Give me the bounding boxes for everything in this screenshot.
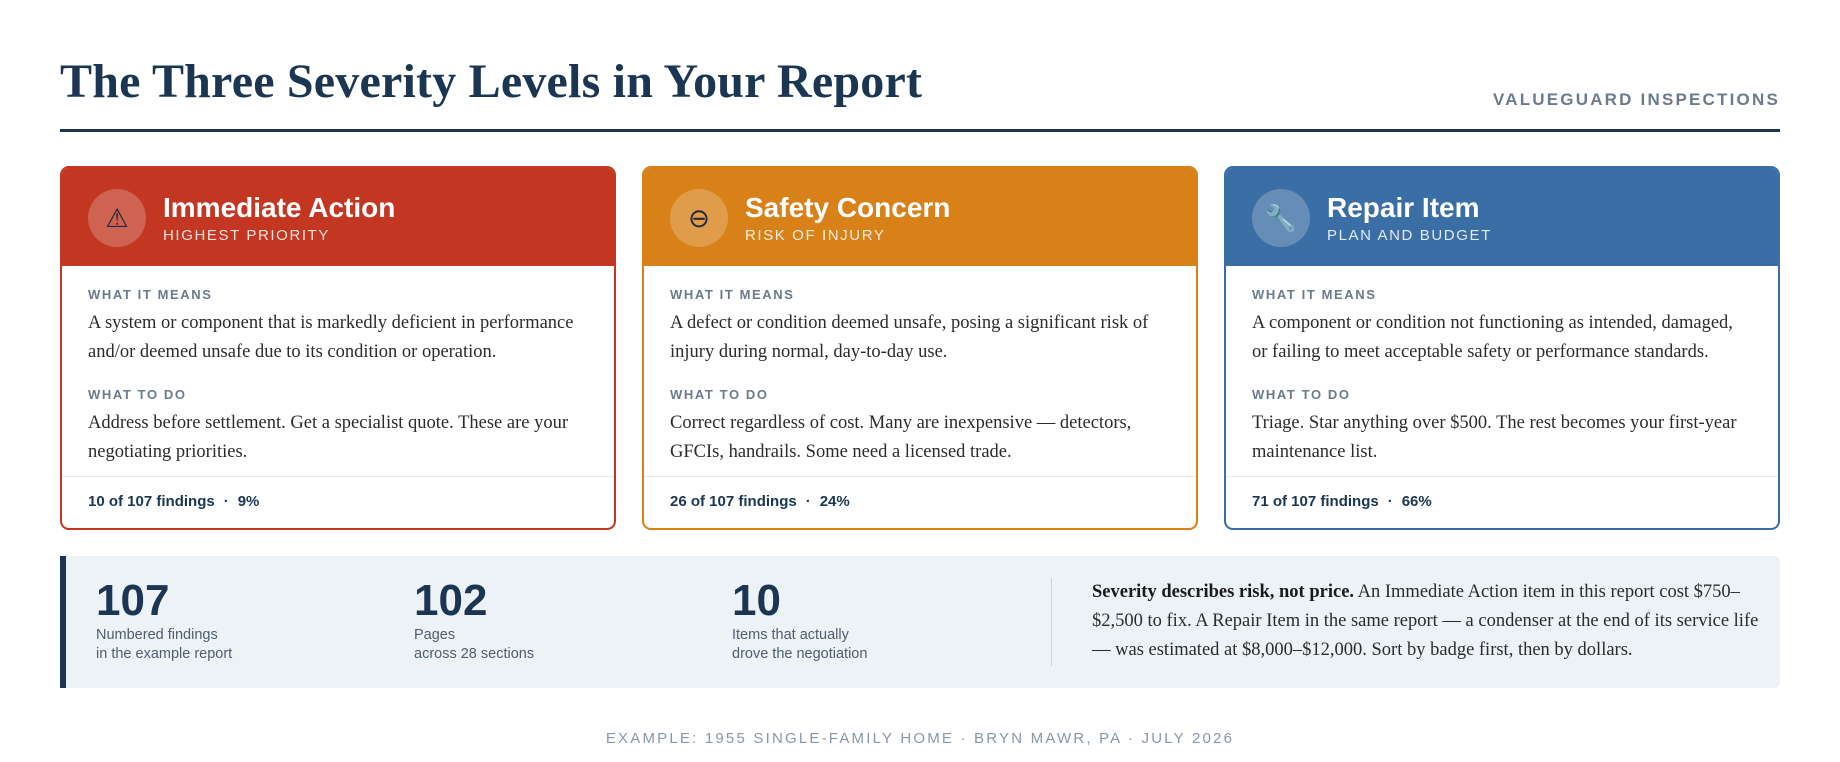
note-lead: Severity describes risk, not price.: [1092, 582, 1355, 602]
card-subtitle: HIGHEST PRIORITY: [163, 227, 331, 244]
card-header: 🔧 Repair Item PLAN AND BUDGET: [1226, 168, 1778, 266]
card-immediate-action: ⚠ Immediate Action HIGHEST PRIORITY WHAT…: [60, 166, 616, 530]
page-footer: EXAMPLE: 1955 SINGLE-FAMILY HOME · BRYN …: [605, 730, 1235, 747]
card-title: Safety Concern: [745, 192, 951, 223]
what-to-do-text: Address before settlement. Get a special…: [88, 413, 568, 462]
findings-count: 26 of 107 findings: [670, 493, 797, 510]
card-repair-item: 🔧 Repair Item PLAN AND BUDGET WHAT IT ME…: [1224, 166, 1780, 530]
brand-name: VALUEGUARD INSPECTIONS: [1492, 90, 1780, 109]
stats-panel: 107 Numbered findings in the example rep…: [60, 556, 1780, 688]
stat-value: 10: [732, 576, 781, 625]
card-safety-concern: ⊖ Safety Concern RISK OF INJURY WHAT IT …: [642, 166, 1198, 530]
stat-sublabel: in the example report: [96, 646, 233, 662]
stat-pages: 102 Pages across 28 sections: [414, 576, 534, 664]
wrench-icon: 🔧: [1252, 189, 1310, 247]
card-header: ⊖ Safety Concern RISK OF INJURY: [644, 168, 1196, 266]
what-it-means-text: A defect or condition deemed unsafe, pos…: [670, 313, 1149, 362]
stat-sublabel: drove the negotiation: [732, 646, 868, 662]
card-title: Immediate Action: [163, 192, 396, 223]
page-title: The Three Severity Levels in Your Report: [60, 55, 923, 108]
page-header: The Three Severity Levels in Your Report…: [60, 52, 1780, 132]
what-it-means-label: WHAT IT MEANS: [1252, 287, 1377, 302]
stat-label: Numbered findings: [96, 627, 218, 643]
card-subtitle: RISK OF INJURY: [745, 227, 886, 244]
stat-label: Items that actually: [732, 627, 849, 643]
what-to-do-label: WHAT TO DO: [88, 387, 187, 402]
what-it-means-text: A system or component that is markedly d…: [88, 313, 574, 362]
what-it-means-label: WHAT IT MEANS: [88, 287, 213, 302]
card-body: WHAT IT MEANS A component or condition n…: [1226, 266, 1778, 467]
stat-findings: 107 Numbered findings in the example rep…: [96, 576, 232, 664]
stat-label: Pages: [414, 627, 456, 643]
minus-circle-icon: ⊖: [670, 189, 728, 247]
stat-value: 107: [96, 576, 170, 625]
severity-cards: ⚠ Immediate Action HIGHEST PRIORITY WHAT…: [60, 166, 1780, 530]
card-body: WHAT IT MEANS A defect or condition deem…: [644, 266, 1196, 467]
warning-triangle-icon: ⚠: [88, 189, 146, 247]
card-footer: 71 of 107 findings · 66%: [1226, 476, 1778, 528]
findings-percent: 66%: [1401, 493, 1432, 510]
findings-count: 10 of 107 findings: [88, 493, 215, 510]
stat-value: 102: [414, 576, 488, 625]
what-to-do-text: Triage. Star anything over $500. The res…: [1252, 413, 1737, 462]
card-subtitle: PLAN AND BUDGET: [1327, 227, 1492, 244]
findings-percent: 24%: [819, 493, 850, 510]
what-it-means-text: A component or condition not functioning…: [1252, 313, 1733, 362]
stats-divider: [1051, 578, 1052, 666]
stat-negotiation-items: 10 Items that actually drove the negotia…: [732, 576, 867, 664]
card-body: WHAT IT MEANS A system or component that…: [62, 266, 614, 467]
severity-note: Severity describes risk, not price. An I…: [1092, 578, 1772, 665]
what-to-do-label: WHAT TO DO: [670, 387, 769, 402]
card-footer: 10 of 107 findings · 9%: [62, 476, 614, 528]
findings-count: 71 of 107 findings: [1252, 493, 1379, 510]
separator-dot: ·: [1387, 493, 1393, 510]
separator-dot: ·: [805, 493, 811, 510]
separator-dot: ·: [223, 493, 229, 510]
what-to-do-label: WHAT TO DO: [1252, 387, 1351, 402]
what-to-do-text: Correct regardless of cost. Many are ine…: [670, 413, 1132, 462]
card-header: ⚠ Immediate Action HIGHEST PRIORITY: [62, 168, 614, 266]
card-title: Repair Item: [1327, 192, 1480, 223]
card-footer: 26 of 107 findings · 24%: [644, 476, 1196, 528]
what-it-means-label: WHAT IT MEANS: [670, 287, 795, 302]
stat-sublabel: across 28 sections: [414, 646, 535, 662]
findings-percent: 9%: [237, 493, 260, 510]
